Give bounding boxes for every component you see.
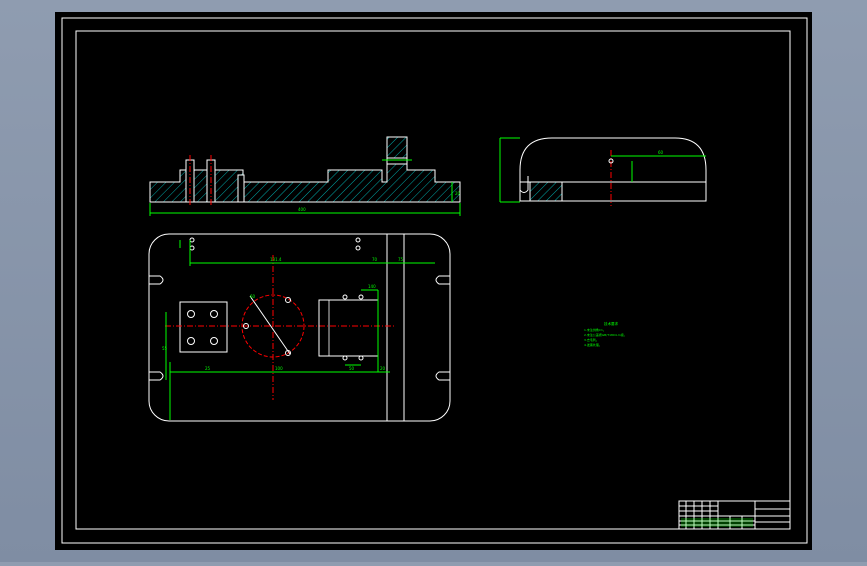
tech-req-line-2: 2.未注公差按GB/T1804-m级。 (584, 332, 627, 337)
tech-req-line-3: 3.去毛刺。 (584, 337, 599, 342)
cad-viewport[interactable]: 400 20 60 131.4 70 75 55 25 100 20 50 14… (0, 0, 867, 562)
top-dim-c: 75 (398, 257, 404, 262)
front-height-dim: 20 (455, 191, 461, 196)
top-dim-d: 55 (162, 346, 168, 351)
front-slot (386, 157, 408, 165)
drawing-sheet (55, 12, 812, 550)
top-dim-g: 20 (380, 366, 386, 371)
side-width-dim: 60 (658, 150, 664, 155)
drawing-canvas: 400 20 60 131.4 70 75 55 25 100 20 50 14… (55, 12, 812, 550)
top-dim-e: 25 (205, 366, 211, 371)
tech-req-line-4: 4.发黑处理。 (584, 342, 602, 347)
top-dim-h: 50 (349, 366, 355, 371)
top-dim-b: 70 (372, 257, 378, 262)
top-dim-i: 140 (368, 284, 376, 289)
side-section (529, 181, 563, 202)
tech-req-heading: 技术要求 (604, 321, 618, 326)
tech-req-line-1: 1.未注倒角C1。 (584, 327, 606, 332)
front-length-dim: 400 (298, 207, 306, 212)
top-dim-f: 100 (275, 366, 283, 371)
top-dim-a: 131.4 (270, 257, 282, 262)
top-dim-j: 60 (250, 294, 256, 299)
front-pin-hole (237, 174, 245, 203)
